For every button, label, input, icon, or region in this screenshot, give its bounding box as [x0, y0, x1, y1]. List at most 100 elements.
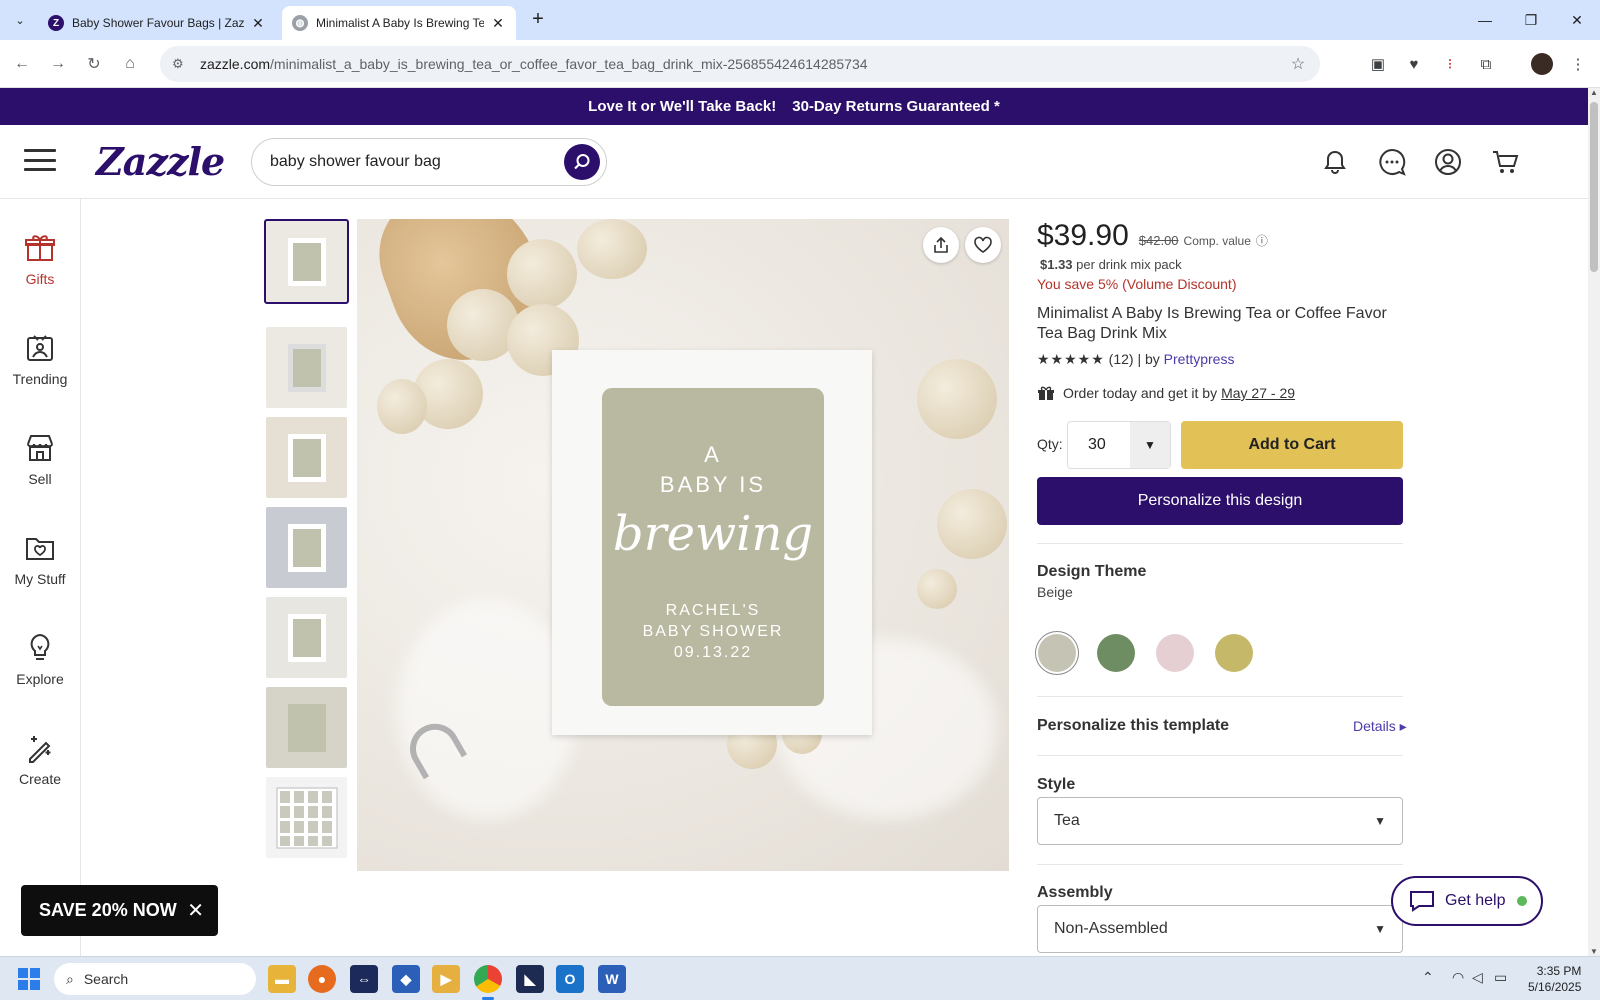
restore-icon[interactable]: ❐	[1508, 0, 1554, 40]
zazzle-logo[interactable]: Zazzle	[96, 139, 225, 184]
battery-icon[interactable]: ▭	[1494, 969, 1507, 986]
save-20-label: SAVE 20% NOW	[39, 900, 177, 920]
windows-start-icon[interactable]	[18, 968, 40, 990]
product-thumbnail[interactable]	[264, 219, 349, 304]
messages-icon[interactable]	[1374, 144, 1410, 180]
new-tab-button[interactable]: +	[526, 8, 550, 32]
rail-item-my-stuff[interactable]: My Stuff	[0, 531, 80, 587]
search-query[interactable]: baby shower favour bag	[270, 153, 564, 171]
scroll-up-icon[interactable]: ▲	[1588, 88, 1600, 97]
back-icon[interactable]: ←	[10, 52, 34, 76]
notifications-bell-icon[interactable]	[1317, 144, 1353, 180]
volume-icon[interactable]: ◁	[1472, 969, 1483, 986]
product-thumbnail[interactable]	[266, 507, 347, 588]
rating-stars[interactable]: ★★★★★	[1037, 351, 1105, 367]
color-swatch-gold[interactable]	[1215, 634, 1253, 672]
close-icon[interactable]: ✕	[187, 898, 204, 923]
tab-search-dropdown-icon[interactable]: ⌄	[8, 8, 32, 32]
favorite-heart-icon[interactable]	[965, 227, 1001, 263]
chevron-down-icon[interactable]: ▼	[1130, 422, 1170, 468]
forward-icon[interactable]: →	[46, 52, 70, 76]
product-thumbnail[interactable]	[266, 327, 347, 408]
product-thumbnail[interactable]	[266, 597, 347, 678]
designer-link[interactable]: Prettypress	[1164, 351, 1235, 367]
divider	[1037, 543, 1403, 544]
chevron-up-icon[interactable]: ⌃	[1422, 969, 1434, 986]
details-link[interactable]: Details ▸	[1353, 718, 1407, 735]
product-thumbnail[interactable]	[266, 687, 347, 768]
assembly-select[interactable]: Non-Assembled ▼	[1037, 905, 1403, 953]
product-thumbnail[interactable]	[266, 417, 347, 498]
teamviewer-icon[interactable]: ⇔	[350, 965, 378, 993]
add-to-cart-button[interactable]: Add to Cart	[1181, 421, 1403, 469]
word-icon[interactable]: W	[598, 965, 626, 993]
extensions-puzzle-icon[interactable]: ⧉	[1474, 52, 1498, 76]
minimize-icon[interactable]: —	[1462, 0, 1508, 40]
taskbar-search[interactable]: ⌕ Search	[54, 963, 256, 995]
get-help-button[interactable]: Get help	[1391, 876, 1543, 926]
scrollbar-thumb[interactable]	[1590, 102, 1598, 272]
style-select[interactable]: Tea ▼	[1037, 797, 1403, 845]
color-swatch-pink[interactable]	[1156, 634, 1194, 672]
outlook-icon[interactable]: O	[556, 965, 584, 993]
search-icon[interactable]	[564, 144, 600, 180]
file-explorer-icon[interactable]: ▬	[268, 965, 296, 993]
search-icon: ⌕	[66, 970, 74, 987]
home-icon[interactable]: ⌂	[118, 52, 142, 76]
extension-heart-icon[interactable]: ♥	[1402, 52, 1426, 76]
price-row: $39.90 $42.00 Comp. value ⓘ	[1037, 219, 1268, 253]
color-swatch-beige[interactable]	[1038, 634, 1076, 672]
image-search-icon[interactable]: ▣	[1366, 52, 1390, 76]
rail-item-create[interactable]: Create	[0, 731, 80, 787]
wifi-icon[interactable]: ◠	[1452, 969, 1464, 986]
profile-avatar[interactable]	[1530, 52, 1554, 76]
color-swatch-green[interactable]	[1097, 634, 1135, 672]
price: $39.90	[1037, 219, 1129, 252]
chrome-icon[interactable]	[474, 965, 502, 993]
browser-menu-icon[interactable]: ⋮	[1566, 52, 1590, 76]
rail-item-sell[interactable]: Sell	[0, 431, 80, 487]
page-scrollbar[interactable]: ▲ ▼	[1588, 88, 1600, 956]
product-thumbnail[interactable]	[266, 777, 347, 858]
info-icon[interactable]: ⓘ	[1256, 232, 1268, 249]
security-shield-icon[interactable]: ◆	[392, 965, 420, 993]
gift-icon	[1038, 386, 1054, 400]
rail-item-explore[interactable]: Explore	[0, 631, 80, 687]
reload-icon[interactable]: ↻	[82, 52, 106, 76]
product-main-image[interactable]: A BABY IS brewing RACHEL'S BABY SHOWER 09.1…	[357, 219, 1009, 871]
app-icon[interactable]: ◣	[516, 965, 544, 993]
taskbar-search-placeholder: Search	[83, 971, 129, 987]
close-tab-icon[interactable]: ✕	[250, 15, 266, 32]
promo-banner[interactable]: Love It or We'll Take Back! 30-Day Retur…	[0, 88, 1588, 125]
trending-icon	[23, 331, 57, 365]
extension-dots-icon[interactable]: ⁝	[1438, 52, 1462, 76]
firefox-icon[interactable]: ●	[308, 965, 336, 993]
delivery-estimate: Order today and get it by May 27 - 29	[1037, 385, 1295, 401]
rail-item-gifts[interactable]: Gifts	[0, 231, 80, 287]
globe-favicon-icon: ◍	[292, 15, 308, 31]
system-clock[interactable]: 3:35 PM 5/16/2025	[1528, 963, 1581, 995]
scroll-down-icon[interactable]: ▼	[1588, 947, 1600, 956]
cart-icon[interactable]	[1487, 144, 1523, 180]
review-count[interactable]: (12)	[1109, 351, 1134, 367]
design-theme-value: Beige	[1037, 584, 1073, 600]
delivery-date-link[interactable]: May 27 - 29	[1221, 385, 1295, 401]
site-info-icon[interactable]: ⚙	[172, 56, 190, 72]
rail-item-trending[interactable]: Trending	[0, 331, 80, 387]
browser-tab-active[interactable]: ◍ Minimalist A Baby Is Brewing Tea or Co…	[282, 6, 516, 40]
unit-price: $1.33 per drink mix pack	[1040, 257, 1182, 272]
browser-tab-inactive[interactable]: Z Baby Shower Favour Bags | Zazzle ✕	[38, 6, 276, 40]
quantity-select[interactable]: 30 ▼	[1067, 421, 1171, 469]
bookmark-star-icon[interactable]: ☆	[1288, 54, 1308, 74]
search-input[interactable]: baby shower favour bag	[251, 138, 607, 186]
close-tab-icon[interactable]: ✕	[490, 15, 506, 32]
media-player-icon[interactable]: ▶	[432, 965, 460, 993]
account-icon[interactable]	[1430, 144, 1466, 180]
menu-icon[interactable]	[24, 149, 56, 171]
share-icon[interactable]	[923, 227, 959, 263]
close-window-icon[interactable]: ✕	[1554, 0, 1600, 40]
personalize-design-button[interactable]: Personalize this design	[1037, 477, 1403, 525]
online-status-dot	[1517, 896, 1528, 906]
address-bar[interactable]: ⚙ zazzle.com/minimalist_a_baby_is_brewin…	[160, 46, 1320, 82]
save-20-promo-button[interactable]: SAVE 20% NOW ✕	[21, 885, 218, 936]
